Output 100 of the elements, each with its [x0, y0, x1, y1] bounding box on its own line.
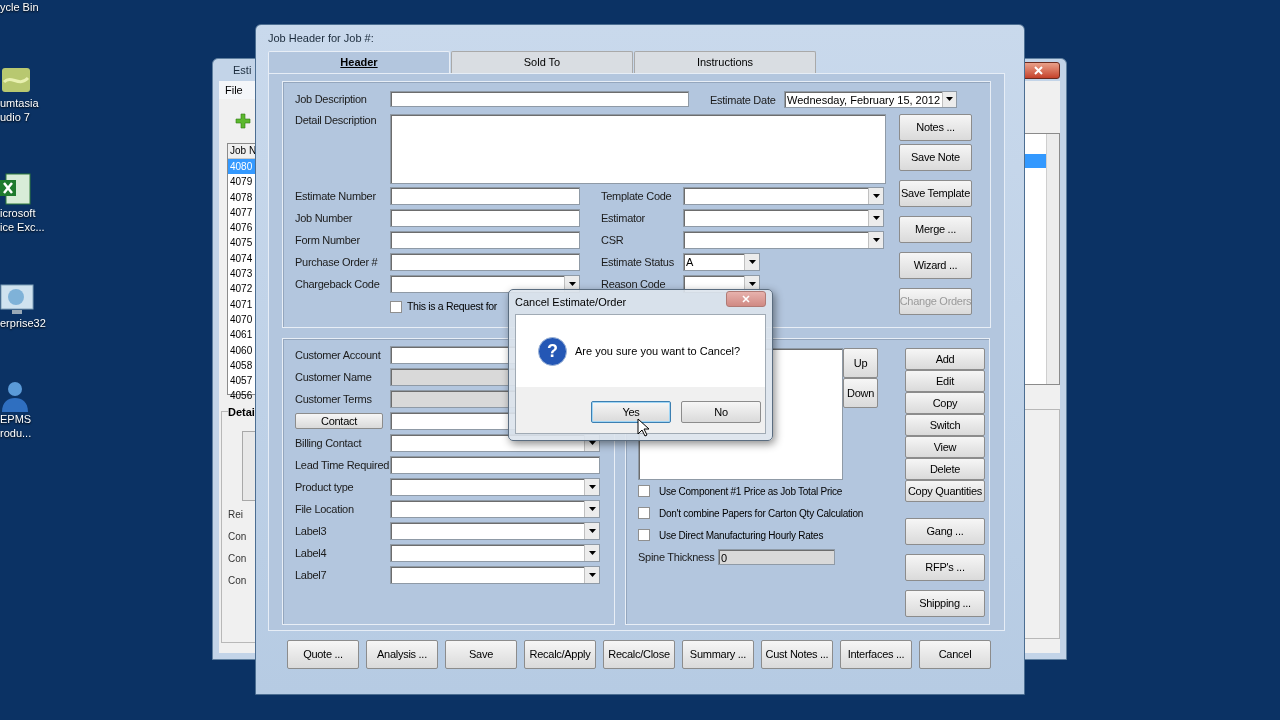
action-button[interactable]: Quote ... [287, 640, 359, 669]
field-label: Billing Contact [295, 437, 363, 449]
action-button[interactable]: Up [843, 348, 878, 378]
scrollbar[interactable] [1046, 134, 1059, 384]
dropdown-field[interactable]: Wednesday, February 15, 2012 [784, 90, 957, 108]
field-label: Estimator [601, 212, 646, 224]
field-label: Spine Thickness [638, 551, 716, 563]
field-label: Rei [228, 507, 244, 522]
action-button[interactable]: Copy [905, 392, 985, 414]
plus-icon[interactable] [235, 113, 251, 129]
action-button[interactable]: Cust Notes ... [761, 640, 833, 669]
question-icon: ? [538, 336, 567, 366]
input-field[interactable] [390, 187, 580, 205]
input-field[interactable] [390, 209, 580, 227]
field-label: Label4 [295, 547, 328, 559]
action-button[interactable]: Add [905, 348, 985, 370]
field-label: Form Number [295, 234, 361, 246]
field-label: Con [228, 551, 248, 566]
dropdown-field[interactable] [390, 275, 580, 293]
desktop-icon-label[interactable]: EPMS [0, 412, 32, 426]
field-label: Purchase Order # [295, 256, 379, 268]
input-field[interactable] [390, 253, 580, 271]
checkbox[interactable] [638, 529, 650, 541]
window-title: Esti [232, 62, 252, 78]
desktop-icon-label[interactable]: rodu... [0, 426, 32, 440]
action-button[interactable]: Cancel [919, 640, 991, 669]
field-label: Lead Time Required [295, 459, 390, 471]
caret-icon [588, 573, 596, 577]
dropdown-field[interactable] [683, 187, 884, 205]
input-field[interactable] [390, 456, 600, 474]
action-button[interactable]: Recalc/Apply [524, 640, 596, 669]
action-button[interactable]: Down [843, 378, 878, 408]
desktop-icon-label[interactable]: ycle Bin [0, 0, 39, 14]
action-button[interactable]: Analysis ... [366, 640, 438, 669]
dropdown-field[interactable] [390, 500, 600, 518]
spreadsheet-icon [0, 172, 32, 206]
dialog-button[interactable]: No [681, 401, 761, 423]
field-label: Con [228, 573, 248, 588]
field-label: Con [228, 529, 248, 544]
checkbox[interactable] [638, 485, 650, 497]
action-button[interactable]: RFP's ... [905, 554, 985, 581]
dropdown-field[interactable] [683, 209, 884, 227]
action-button[interactable]: Copy Quantities [905, 480, 985, 502]
caret-icon [588, 485, 596, 489]
input-field[interactable]: 0 [718, 549, 835, 565]
close-icon [1033, 65, 1043, 75]
action-button[interactable]: Switch [905, 414, 985, 436]
action-button[interactable]: Merge ... [899, 216, 972, 243]
action-button[interactable]: Summary ... [682, 640, 754, 669]
action-button[interactable]: Save Note [899, 144, 972, 171]
checkbox-label: Use Direct Manufacturing Hourly Rates [659, 528, 824, 543]
monitor-icon [0, 284, 34, 316]
action-button[interactable]: Notes ... [899, 114, 972, 141]
dropdown-field[interactable]: A [683, 253, 760, 271]
dropdown-field[interactable] [683, 231, 884, 249]
field-label: CSR [601, 234, 625, 246]
desktop-icon-label[interactable]: udio 7 [0, 110, 30, 124]
action-button[interactable]: Save [445, 640, 517, 669]
field-label: Detail Description [295, 114, 378, 126]
action-button[interactable]: Contact [295, 413, 383, 429]
dropdown-field[interactable] [390, 478, 600, 496]
tab[interactable]: Header [268, 51, 450, 73]
action-button[interactable]: View [905, 436, 985, 458]
desktop-icon-label[interactable]: icrosoft [0, 206, 36, 220]
checkbox-label: Don't combine Papers for Carton Qty Calculation [659, 506, 864, 521]
caret-icon [588, 551, 596, 555]
desktop-icon-label[interactable]: ice Exc... [0, 220, 45, 234]
action-button[interactable]: Delete [905, 458, 985, 480]
input-field[interactable] [390, 91, 689, 107]
caret-icon [872, 238, 880, 242]
field-label: File Location [295, 503, 355, 515]
field-label: Reason Code [601, 278, 667, 290]
checkbox[interactable] [638, 507, 650, 519]
close-icon [742, 295, 750, 303]
field-label: Estimate Date [710, 94, 776, 106]
field-label: Product type [295, 481, 355, 493]
desktop-icon-label[interactable]: umtasia [0, 96, 39, 110]
tab[interactable]: Sold To [451, 51, 633, 73]
field-label: Estimate Number [295, 190, 377, 202]
action-button[interactable]: Shipping ... [905, 590, 985, 617]
input-field[interactable] [390, 231, 580, 249]
dropdown-field[interactable] [390, 566, 600, 584]
field-label: Customer Terms [295, 393, 373, 405]
caret-icon [946, 97, 954, 101]
action-button[interactable]: Gang ... [905, 518, 985, 545]
dialog-button[interactable]: Yes [591, 401, 671, 423]
action-button[interactable]: Edit [905, 370, 985, 392]
tab[interactable]: Instructions [634, 51, 816, 73]
caret-icon [748, 260, 756, 264]
dropdown-field[interactable] [390, 522, 600, 540]
action-button[interactable]: Recalc/Close [603, 640, 675, 669]
desktop-icon-label[interactable]: erprise32 [0, 316, 46, 330]
window-title: Job Header for Job #: [268, 30, 374, 46]
caret-icon [588, 507, 596, 511]
dialog-message: Are you sure you want to Cancel? [575, 343, 741, 359]
dropdown-field[interactable] [390, 544, 600, 562]
checkbox[interactable] [390, 300, 402, 313]
action-button[interactable]: Save Template [899, 180, 972, 207]
action-button[interactable]: Interfaces ... [840, 640, 912, 669]
action-button[interactable]: Wizard ... [899, 252, 972, 279]
